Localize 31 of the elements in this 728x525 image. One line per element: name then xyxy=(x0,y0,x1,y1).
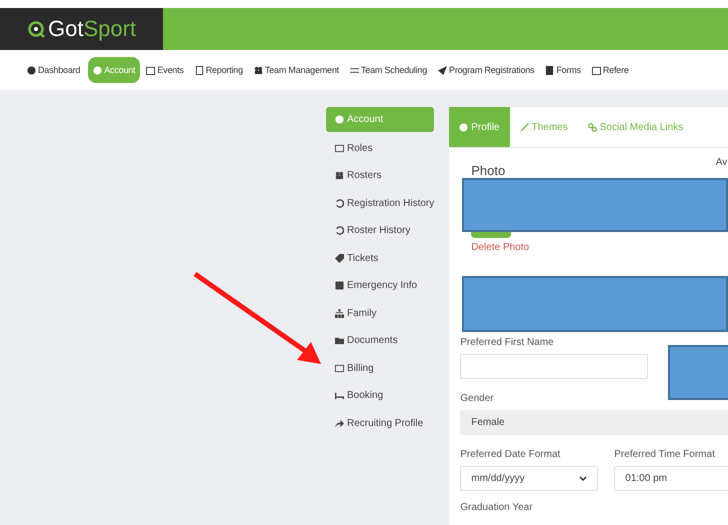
nav-link[interactable]: Refere xyxy=(586,57,634,83)
nav-link[interactable]: Forms xyxy=(540,57,586,83)
sidebar-item[interactable]: Family xyxy=(326,300,434,327)
gender-field[interactable]: Female xyxy=(460,410,728,435)
field-label: Preferred First Name xyxy=(460,337,555,348)
sidebar-item[interactable]: Booking xyxy=(326,382,434,410)
sidebar-item[interactable]: Documents xyxy=(326,327,434,354)
sidebar-item[interactable]: Billing xyxy=(326,354,434,382)
date-format-select[interactable]: mm/dd/yyyy xyxy=(460,466,598,491)
nav-link[interactable]: Program Registrations xyxy=(433,57,540,83)
nav-link[interactable]: Team Management xyxy=(248,57,344,83)
field-label: Graduation Year xyxy=(460,502,534,513)
nav-link[interactable]: Dashboard xyxy=(22,57,86,83)
photo-heading: Photo xyxy=(471,163,506,178)
delete-photo-link[interactable]: Delete Photo xyxy=(471,242,728,253)
field-label: Preferred Date Format xyxy=(460,449,562,460)
sidebar-item[interactable]: Recruiting Profile xyxy=(326,410,434,437)
field-label: Preferred Time Format xyxy=(614,449,716,460)
sidebar-item[interactable]: Roster History xyxy=(326,217,434,244)
sidebar-item[interactable]: Registration History xyxy=(326,190,434,217)
field-label: Gender xyxy=(460,393,495,404)
nav-link[interactable]: Team Scheduling xyxy=(344,57,432,83)
sidebar-item[interactable]: Tickets xyxy=(326,244,434,272)
time-format-select[interactable]: 01:00 pm xyxy=(614,466,728,491)
sidebar-item[interactable]: Rosters xyxy=(326,162,434,190)
sidebar-item[interactable]: Roles xyxy=(326,134,434,162)
sidebar-item[interactable]: Emergency Info xyxy=(326,272,434,300)
nav-link[interactable]: Reporting xyxy=(190,57,248,83)
section-heading: Av xyxy=(716,157,728,170)
logo[interactable]: GotSport xyxy=(0,8,163,50)
nav-link[interactable]: Events xyxy=(141,57,189,83)
